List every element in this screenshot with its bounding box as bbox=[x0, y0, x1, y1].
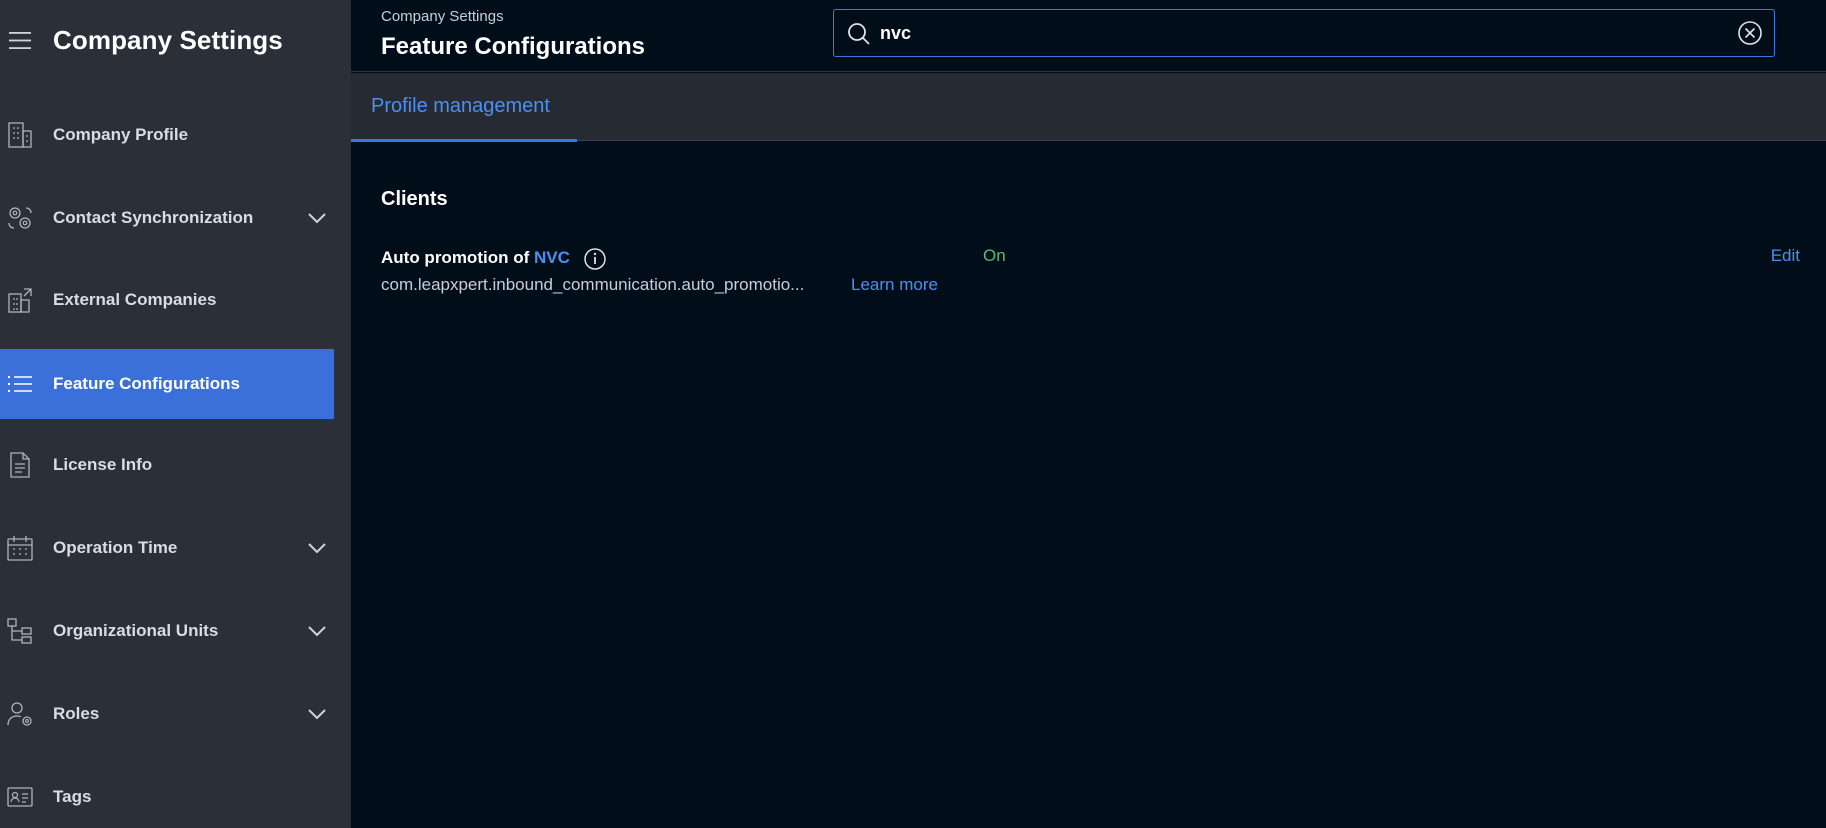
sidebar-item-company-profile[interactable]: Company Profile bbox=[0, 100, 334, 170]
feature-name-prefix: Auto promotion of bbox=[381, 248, 534, 267]
sidebar-item-contact-synchronization[interactable]: Contact Synchronization bbox=[0, 183, 334, 253]
tab-bar: Profile management bbox=[351, 73, 1826, 142]
chevron-down-icon[interactable] bbox=[306, 624, 328, 638]
list-icon bbox=[8, 376, 32, 392]
user-gear-icon bbox=[7, 702, 32, 726]
learn-more-link[interactable]: Learn more bbox=[851, 275, 938, 295]
search-highlight: NVC bbox=[533, 248, 570, 267]
chevron-down-icon[interactable] bbox=[306, 707, 328, 721]
sidebar-item-label: Feature Configurations bbox=[53, 374, 241, 393]
info-icon[interactable] bbox=[583, 247, 607, 271]
chevron-down-icon[interactable] bbox=[306, 211, 328, 225]
tab-profile-management[interactable]: Profile management bbox=[351, 73, 577, 142]
search-icon bbox=[848, 23, 870, 45]
sidebar-item-label: Organizational Units bbox=[53, 621, 219, 640]
clear-search-icon[interactable] bbox=[1737, 20, 1763, 46]
status-value: On bbox=[983, 246, 1006, 265]
tab-label: Profile management bbox=[371, 95, 550, 117]
sidebar-item-feature-configurations[interactable]: Feature Configurations bbox=[0, 349, 334, 419]
building-icon bbox=[8, 122, 32, 148]
search-box[interactable] bbox=[833, 9, 1775, 57]
page-title: Feature Configurations bbox=[381, 33, 646, 60]
feature-key: com.leapxpert.inbound_communication.auto… bbox=[381, 275, 805, 294]
edit-link[interactable]: Edit bbox=[1771, 246, 1800, 266]
sidebar-item-label: Roles bbox=[53, 704, 100, 723]
feature-row: Auto promotion of NVC com.leapxpert.inbo… bbox=[351, 242, 1826, 312]
org-tree-icon bbox=[7, 618, 32, 644]
breadcrumb[interactable]: Company Settings bbox=[381, 8, 504, 25]
hamburger-menu-icon[interactable] bbox=[9, 31, 31, 50]
search-input[interactable] bbox=[880, 20, 1710, 46]
sidebar-item-organizational-units[interactable]: Organizational Units bbox=[0, 596, 334, 666]
external-building-icon bbox=[8, 288, 32, 313]
sidebar-item-external-companies[interactable]: External Companies bbox=[0, 265, 334, 335]
sidebar-item-label: Operation Time bbox=[53, 538, 178, 557]
sidebar-item-label: External Companies bbox=[53, 290, 217, 309]
section-title: Clients bbox=[381, 188, 448, 210]
chevron-down-icon[interactable] bbox=[306, 541, 328, 555]
top-bar: Company Settings Feature Configurations bbox=[351, 0, 1826, 72]
main-content: Clients Auto promotion of NVC com.leapxp… bbox=[351, 142, 1826, 828]
sidebar-item-license-info[interactable]: License Info bbox=[0, 430, 334, 500]
calendar-icon bbox=[7, 536, 33, 561]
sidebar-item-label: Company Profile bbox=[53, 125, 189, 144]
sidebar-item-label: Contact Synchronization bbox=[53, 208, 254, 227]
sidebar-item-label: License Info bbox=[53, 455, 153, 474]
sidebar-title: Company Settings bbox=[53, 25, 283, 55]
sidebar: Company Settings Company Profile Contact… bbox=[0, 0, 351, 828]
sidebar-item-label: Tags bbox=[53, 787, 92, 806]
sidebar-header: Company Settings bbox=[0, 0, 351, 82]
sidebar-item-roles[interactable]: Roles bbox=[0, 679, 334, 749]
feature-name: Auto promotion of NVC bbox=[381, 248, 570, 268]
sidebar-item-operation-time[interactable]: Operation Time bbox=[0, 513, 334, 583]
sync-gears-icon bbox=[8, 207, 32, 229]
app: Company Settings Company Profile Contact… bbox=[0, 0, 1826, 828]
sidebar-item-tags[interactable]: Tags bbox=[0, 762, 334, 828]
id-card-icon bbox=[7, 787, 33, 807]
document-icon bbox=[10, 452, 30, 478]
